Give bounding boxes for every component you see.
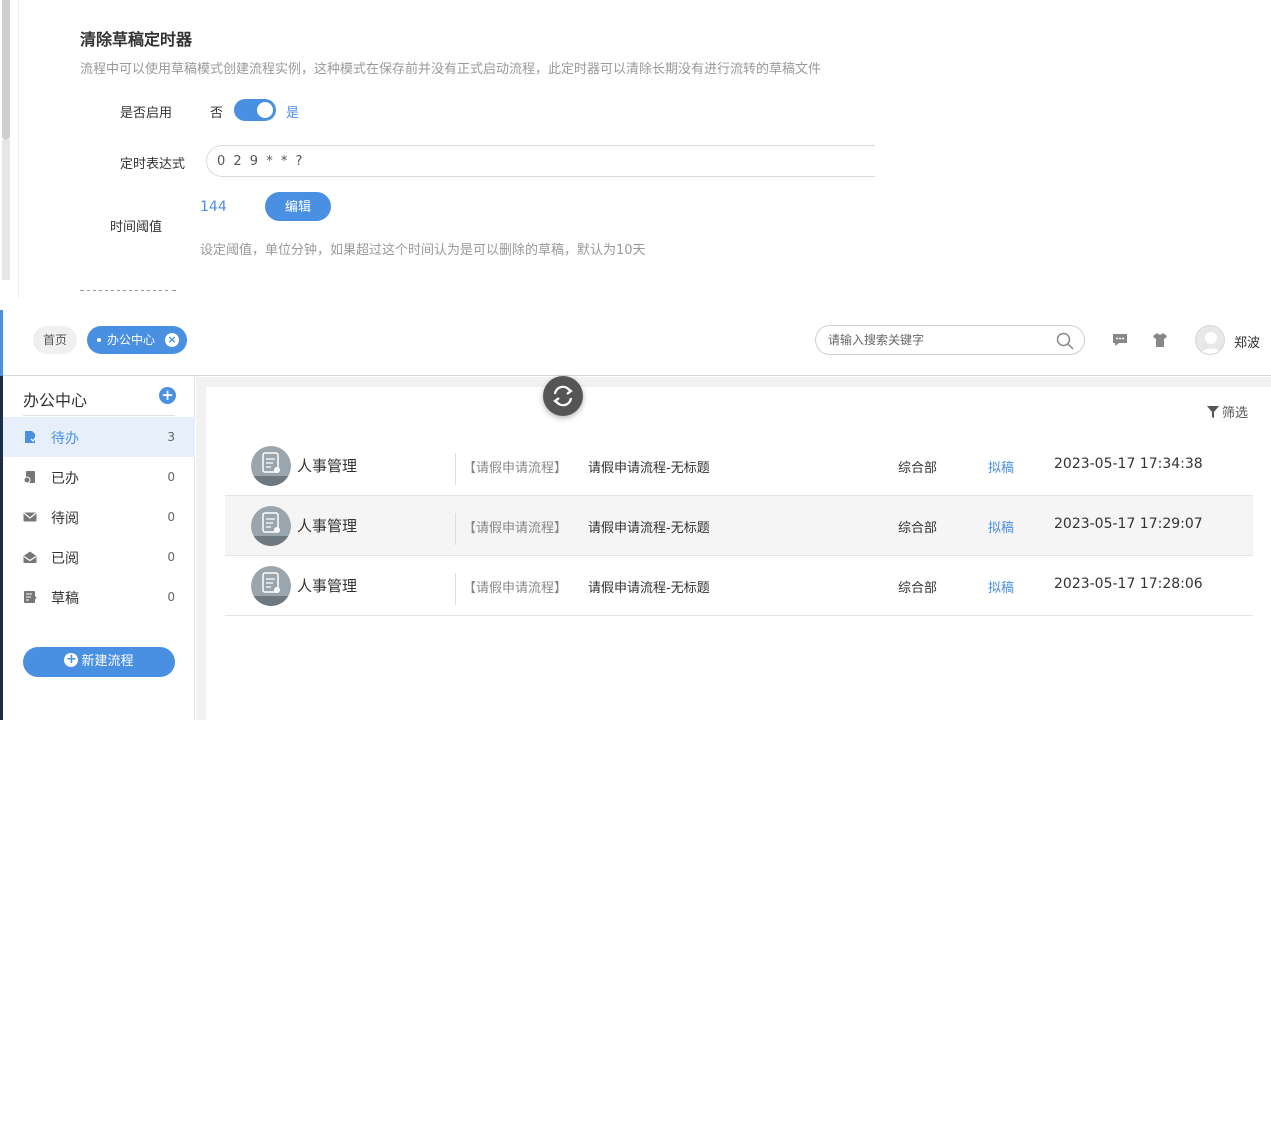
sidebar-item-label: 待阅 [51, 511, 79, 527]
sidebar-item-read[interactable]: 已阅 0 [3, 537, 195, 577]
settings-description: 流程中可以使用草稿模式创建流程实例，这种模式在保存前并没有正式启动流程，此定时器… [80, 62, 822, 77]
row-flow-type: 【请假申请流程】 [463, 521, 568, 536]
filter-icon [1207, 406, 1219, 418]
add-icon[interactable]: + [159, 387, 176, 404]
sidebar-title: 办公中心 [23, 391, 88, 410]
chat-icon[interactable] [1111, 331, 1129, 349]
row-time: 2023-05-17 17:28:06 [1054, 576, 1203, 592]
sidebar-item-label: 已办 [51, 471, 79, 487]
tab-office-center[interactable]: 办公中心 × [87, 326, 187, 354]
threshold-label: 时间阈值 [110, 220, 163, 235]
todo-file-icon [25, 431, 37, 443]
sidebar-item-draft[interactable]: 草稿 0 [3, 577, 195, 617]
row-divider [455, 453, 456, 485]
sidebar-divider [23, 415, 175, 416]
table-row[interactable]: 人事管理 【请假申请流程】 请假申请流程-无标题 综合部 拟稿 2023-05-… [225, 556, 1253, 616]
hr-app-icon [251, 446, 291, 486]
row-status: 拟稿 [988, 521, 1015, 536]
draft-icon [24, 591, 37, 603]
enable-label: 是否启用 [120, 106, 173, 121]
sidebar-item-count: 0 [167, 590, 175, 604]
user-name[interactable]: 郑波 [1234, 332, 1260, 351]
sidebar-item-count: 0 [167, 550, 175, 564]
plus-icon: + [64, 652, 79, 667]
close-icon[interactable]: × [165, 333, 179, 347]
toggle-knob [257, 102, 273, 118]
row-dept: 综合部 [898, 521, 938, 536]
row-title[interactable]: 请假申请流程-无标题 [588, 517, 710, 536]
sidebar-item-label: 待办 [51, 431, 79, 447]
sidebar-item-count: 3 [167, 430, 175, 444]
edit-threshold-button[interactable]: 编辑 [265, 192, 331, 221]
done-icon [23, 471, 35, 484]
panel-divider [18, 0, 19, 298]
enable-toggle[interactable] [234, 99, 276, 121]
sidebar-item-label: 草稿 [51, 591, 79, 607]
scrollbar-track-lower [2, 140, 10, 280]
settings-title: 清除草稿定时器 [80, 30, 193, 49]
sidebar-item-label: 已阅 [51, 551, 79, 567]
toggle-on-label: 是 [286, 106, 300, 121]
open-envelope-icon [23, 551, 37, 563]
table-row[interactable]: 人事管理 【请假申请流程】 请假申请流程-无标题 综合部 拟稿 2023-05-… [225, 436, 1253, 496]
row-category: 人事管理 [297, 517, 358, 535]
draft-timer-settings: 清除草稿定时器 流程中可以使用草稿模式创建流程实例，这种模式在保存前并没有正式启… [0, 0, 1271, 298]
row-time: 2023-05-17 17:29:07 [1054, 516, 1203, 532]
row-category: 人事管理 [297, 577, 358, 595]
user-avatar-icon [1200, 332, 1222, 354]
row-title[interactable]: 请假申请流程-无标题 [588, 457, 710, 476]
search-input[interactable] [828, 331, 1048, 349]
row-status: 拟稿 [988, 581, 1015, 596]
sidebar-item-count: 0 [167, 510, 175, 524]
panel-clip [875, 140, 915, 182]
scrollbar-thumb[interactable] [2, 0, 10, 140]
row-flow-type: 【请假申请流程】 [463, 461, 568, 476]
tab-office-center-label: 办公中心 [107, 333, 156, 347]
top-bar: 首页 办公中心 × 郑波 [3, 310, 1271, 376]
row-divider [455, 573, 456, 605]
scrollbar[interactable] [0, 0, 12, 298]
filter-button[interactable]: 筛选 [1207, 402, 1248, 421]
filter-label: 筛选 [1222, 406, 1249, 421]
new-flow-button[interactable]: + 新建流程 [23, 647, 175, 677]
refresh-icon [553, 385, 573, 407]
search-box [815, 325, 1085, 355]
active-dot-icon [97, 337, 101, 342]
cron-label: 定时表达式 [120, 157, 186, 172]
sidebar-item-done[interactable]: 已办 0 [3, 457, 195, 497]
search-icon[interactable] [1056, 332, 1074, 350]
avatar[interactable] [1195, 325, 1225, 355]
envelope-icon [23, 512, 37, 522]
row-dept: 综合部 [898, 461, 938, 476]
new-flow-label: 新建流程 [81, 654, 134, 669]
row-dept: 综合部 [898, 581, 938, 596]
table-row[interactable]: 人事管理 【请假申请流程】 请假申请流程-无标题 综合部 拟稿 2023-05-… [225, 496, 1253, 556]
row-divider [455, 513, 456, 545]
threshold-value: 144 [200, 199, 227, 215]
sidebar-item-count: 0 [167, 470, 175, 484]
row-category: 人事管理 [297, 457, 358, 475]
sidebar: 办公中心 + 待办 3 已办 0 待阅 0 已阅 0 草稿 0 + 新建流程 [3, 377, 195, 720]
sidebar-item-todo[interactable]: 待办 3 [3, 417, 195, 457]
row-title[interactable]: 请假申请流程-无标题 [588, 577, 710, 596]
sidebar-item-to-read[interactable]: 待阅 0 [3, 497, 195, 537]
cron-expression-input[interactable] [206, 145, 896, 177]
refresh-button[interactable] [543, 376, 583, 416]
hr-app-icon [251, 566, 291, 606]
row-status: 拟稿 [988, 461, 1015, 476]
row-flow-type: 【请假申请流程】 [463, 581, 568, 596]
tab-home[interactable]: 首页 [33, 326, 78, 354]
clipped-heading [80, 290, 180, 298]
row-time: 2023-05-17 17:34:38 [1054, 456, 1203, 472]
hr-app-icon [251, 506, 291, 546]
threshold-hint: 设定阈值，单位分钟，如果超过这个时间认为是可以删除的草稿，默认为10天 [200, 243, 646, 258]
shirt-icon[interactable] [1151, 331, 1169, 349]
toggle-off-label: 否 [210, 106, 224, 121]
